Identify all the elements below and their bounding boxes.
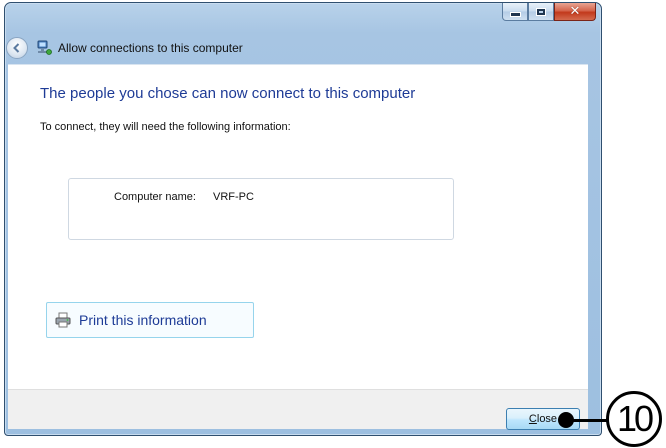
minimize-icon xyxy=(509,11,521,17)
print-information-button[interactable]: Print this information xyxy=(46,302,254,338)
computer-name-row: Computer name: VRF-PC xyxy=(114,191,254,203)
network-icon xyxy=(37,40,52,55)
window-controls: ✕ xyxy=(502,3,596,23)
callout-step-number: 10 xyxy=(606,391,662,447)
computer-name-value: VRF-PC xyxy=(213,191,254,203)
page-heading: The people you chose can now connect to … xyxy=(40,85,416,102)
close-icon: ✕ xyxy=(569,4,581,19)
printer-icon xyxy=(55,312,71,328)
maximize-icon xyxy=(536,7,546,16)
window-title: Allow connections to this computer xyxy=(58,41,243,55)
back-arrow-icon xyxy=(13,43,20,53)
back-button[interactable] xyxy=(6,37,28,59)
close-button-accesskey: C xyxy=(528,413,537,425)
dialog-footer xyxy=(8,389,588,429)
navigation-bar: Allow connections to this computer xyxy=(6,34,592,62)
window-close-button[interactable]: ✕ xyxy=(554,3,596,21)
minimize-button[interactable] xyxy=(502,3,528,21)
callout-pointer-dot xyxy=(558,412,574,428)
maximize-button[interactable] xyxy=(528,3,554,21)
close-button-label: lose xyxy=(536,413,558,425)
connection-info-box: Computer name: VRF-PC xyxy=(68,178,454,240)
instruction-text: To connect, they will need the following… xyxy=(40,121,291,133)
content-panel: The people you chose can now connect to … xyxy=(8,64,588,390)
computer-name-label: Computer name: xyxy=(114,191,196,203)
print-information-label: Print this information xyxy=(79,312,207,328)
